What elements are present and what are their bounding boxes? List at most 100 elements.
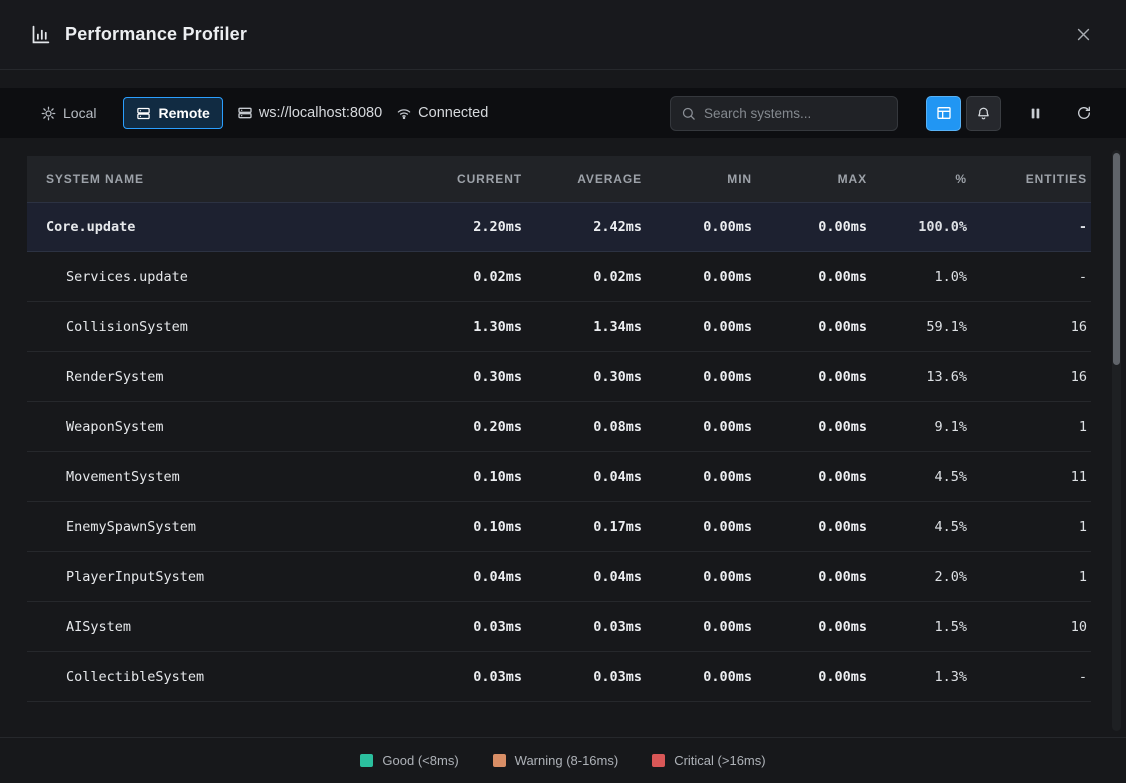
legend-bar: Good (<8ms) Warning (8-16ms) Critical (>…: [0, 737, 1126, 783]
cell-current: 0.02ms: [411, 269, 526, 285]
page-title: Performance Profiler: [65, 24, 247, 45]
cell-average: 0.04ms: [526, 569, 646, 585]
column-header-current[interactable]: CURRENT: [411, 172, 526, 186]
cell-average: 0.08ms: [526, 419, 646, 435]
legend-label-warning: Warning (8-16ms): [515, 753, 619, 768]
pause-icon: [1029, 106, 1042, 121]
cell-current: 0.04ms: [411, 569, 526, 585]
cell-max: 0.00ms: [756, 269, 871, 285]
cell-entities: 10: [971, 619, 1091, 635]
pause-button[interactable]: [1023, 100, 1048, 127]
column-header-min[interactable]: MIN: [646, 172, 756, 186]
scrollbar-thumb[interactable]: [1113, 153, 1120, 365]
cell-min: 0.00ms: [646, 669, 756, 685]
legend-item-critical: Critical (>16ms): [652, 753, 765, 768]
cell-current: 0.03ms: [411, 619, 526, 635]
connection-status-text: Connected: [418, 105, 488, 121]
cell-percent: 1.0%: [871, 269, 971, 285]
cell-entities: -: [971, 669, 1091, 685]
alerts-button[interactable]: [966, 96, 1001, 131]
connection-status: Connected: [396, 105, 488, 121]
cell-system-name: EnemySpawnSystem: [27, 519, 411, 535]
table-row[interactable]: PlayerInputSystem 0.04ms 0.04ms 0.00ms 0…: [27, 552, 1091, 602]
cell-current: 0.10ms: [411, 469, 526, 485]
cell-min: 0.00ms: [646, 219, 756, 235]
cell-average: 0.03ms: [526, 619, 646, 635]
websocket-url-text: ws://localhost:8080: [259, 105, 382, 121]
cell-max: 0.00ms: [756, 569, 871, 585]
local-button[interactable]: Local: [28, 97, 109, 129]
cell-entities: 11: [971, 469, 1091, 485]
column-header-system-name[interactable]: SYSTEM NAME: [27, 172, 411, 186]
cell-percent: 4.5%: [871, 519, 971, 535]
good-swatch-icon: [360, 754, 373, 767]
cell-max: 0.00ms: [756, 369, 871, 385]
table-row[interactable]: Core.update 2.20ms 2.42ms 0.00ms 0.00ms …: [27, 202, 1091, 252]
warning-swatch-icon: [493, 754, 506, 767]
table-row[interactable]: EnemySpawnSystem 0.10ms 0.17ms 0.00ms 0.…: [27, 502, 1091, 552]
cell-entities: 1: [971, 419, 1091, 435]
table-icon: [936, 105, 952, 121]
search-input[interactable]: [704, 106, 887, 121]
table-view-button[interactable]: [926, 96, 961, 131]
table-row[interactable]: RenderSystem 0.30ms 0.30ms 0.00ms 0.00ms…: [27, 352, 1091, 402]
cell-current: 0.10ms: [411, 519, 526, 535]
cell-system-name: CollectibleSystem: [27, 669, 411, 685]
legend-item-good: Good (<8ms): [360, 753, 458, 768]
column-header-max[interactable]: MAX: [756, 172, 871, 186]
cell-average: 0.04ms: [526, 469, 646, 485]
legend-label-critical: Critical (>16ms): [674, 753, 765, 768]
table-row[interactable]: CollectibleSystem 0.03ms 0.03ms 0.00ms 0…: [27, 652, 1091, 702]
wifi-icon: [396, 106, 412, 121]
table-row[interactable]: AISystem 0.03ms 0.03ms 0.00ms 0.00ms 1.5…: [27, 602, 1091, 652]
cell-percent: 1.5%: [871, 619, 971, 635]
cell-entities: 16: [971, 319, 1091, 335]
toolbar: Local Remote ws://localhost:8080: [0, 88, 1126, 138]
table-row[interactable]: Services.update 0.02ms 0.02ms 0.00ms 0.0…: [27, 252, 1091, 302]
cell-current: 0.30ms: [411, 369, 526, 385]
cell-percent: 2.0%: [871, 569, 971, 585]
cell-average: 2.42ms: [526, 219, 646, 235]
cell-min: 0.00ms: [646, 319, 756, 335]
bell-icon: [976, 106, 991, 121]
critical-swatch-icon: [652, 754, 665, 767]
refresh-icon: [1076, 105, 1092, 121]
cell-average: 1.34ms: [526, 319, 646, 335]
refresh-button[interactable]: [1070, 99, 1098, 127]
remote-button[interactable]: Remote: [123, 97, 222, 129]
column-header-average[interactable]: AVERAGE: [526, 172, 646, 186]
cell-entities: 1: [971, 569, 1091, 585]
cell-percent: 100.0%: [871, 219, 971, 235]
cell-min: 0.00ms: [646, 469, 756, 485]
cell-min: 0.00ms: [646, 619, 756, 635]
cell-percent: 59.1%: [871, 319, 971, 335]
cell-min: 0.00ms: [646, 419, 756, 435]
cell-entities: 16: [971, 369, 1091, 385]
cell-entities: -: [971, 269, 1091, 285]
scrollbar-track[interactable]: [1112, 150, 1121, 731]
cell-system-name: Services.update: [27, 269, 411, 285]
close-icon[interactable]: [1071, 22, 1096, 47]
server-icon: [136, 106, 151, 121]
cell-min: 0.00ms: [646, 569, 756, 585]
table-row[interactable]: MovementSystem 0.10ms 0.04ms 0.00ms 0.00…: [27, 452, 1091, 502]
cell-current: 2.20ms: [411, 219, 526, 235]
legend-item-warning: Warning (8-16ms): [493, 753, 619, 768]
systems-table: SYSTEM NAME CURRENT AVERAGE MIN MAX % EN…: [27, 156, 1091, 702]
legend-label-good: Good (<8ms): [382, 753, 458, 768]
cell-system-name: AISystem: [27, 619, 411, 635]
table-row[interactable]: WeaponSystem 0.20ms 0.08ms 0.00ms 0.00ms…: [27, 402, 1091, 452]
remote-button-label: Remote: [158, 105, 209, 121]
bar-chart-icon: [30, 24, 51, 45]
column-header-percent[interactable]: %: [871, 172, 971, 186]
cell-min: 0.00ms: [646, 519, 756, 535]
cell-min: 0.00ms: [646, 269, 756, 285]
column-header-entities[interactable]: ENTITIES: [971, 172, 1091, 186]
table-row[interactable]: CollisionSystem 1.30ms 1.34ms 0.00ms 0.0…: [27, 302, 1091, 352]
cell-max: 0.00ms: [756, 669, 871, 685]
cell-max: 0.00ms: [756, 219, 871, 235]
local-button-label: Local: [63, 105, 96, 121]
cell-system-name: MovementSystem: [27, 469, 411, 485]
cell-max: 0.00ms: [756, 519, 871, 535]
cell-current: 1.30ms: [411, 319, 526, 335]
